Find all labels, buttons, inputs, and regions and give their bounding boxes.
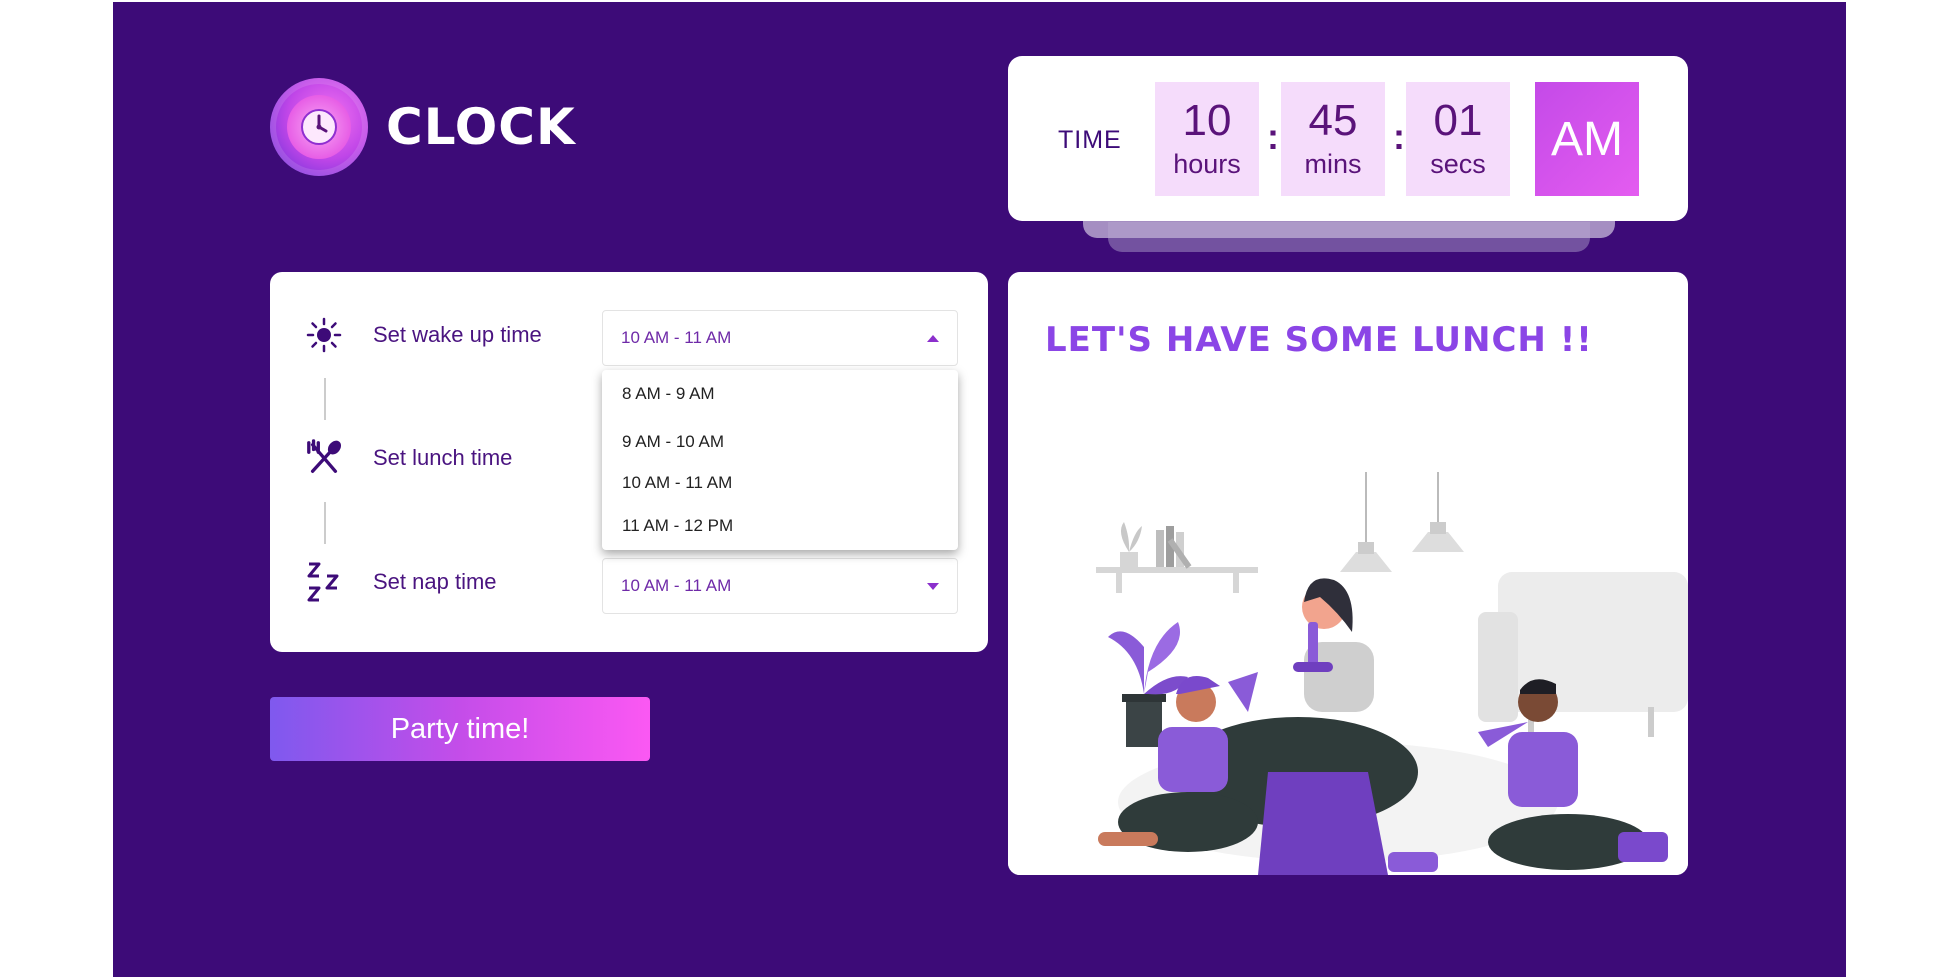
period-badge: AM [1535,82,1639,196]
sun-icon [305,316,343,354]
time-label: TIME [1058,126,1122,154]
app-title: CLOCK [386,98,576,156]
nap-time-select[interactable]: 10 AM - 11 AM [602,558,958,614]
hours-value: 10 [1182,96,1232,145]
seconds-unit: secs [1430,149,1486,179]
sleep-zzz-icon [305,562,343,602]
app-background: CLOCK TIME 10 hours : 45 mins : 01 secs … [113,2,1846,977]
dropdown-option[interactable]: 8 AM - 9 AM [622,384,715,404]
minutes-unit: mins [1304,149,1362,179]
lunch-message-title: LET'S HAVE SOME LUNCH !! [1045,320,1593,360]
lunch-illustration [1008,472,1688,875]
fork-spoon-icon [305,439,343,477]
hours-box: 10 hours [1155,82,1259,196]
logo: CLOCK [270,78,576,176]
party-time-button[interactable]: Party time! [270,697,650,761]
clock-logo-icon [270,78,368,176]
wake-row: Set wake up time [305,316,542,354]
dropdown-option[interactable]: 9 AM - 10 AM [622,432,724,452]
wake-time-select[interactable]: 10 AM - 11 AM [602,310,958,366]
time-card: TIME 10 hours : 45 mins : 01 secs AM [1008,56,1688,221]
minutes-value: 45 [1308,96,1358,145]
wake-time-dropdown: 8 AM - 9 AM 9 AM - 10 AM 10 AM - 11 AM 1… [602,370,958,550]
dropdown-option[interactable]: 10 AM - 11 AM [622,473,732,493]
lunch-label: Set lunch time [373,445,513,470]
wake-label: Set wake up time [373,322,542,347]
connector-line [324,502,326,544]
caret-down-icon [927,582,939,590]
time-separator: : [1393,116,1405,157]
connector-line [324,378,326,420]
dropdown-option[interactable]: 11 AM - 12 PM [622,516,733,536]
lunch-card: LET'S HAVE SOME LUNCH !! [1008,272,1688,875]
nap-label: Set nap time [373,569,497,594]
nap-time-value: 10 AM - 11 AM [621,576,732,595]
lunch-row: Set lunch time [305,439,512,477]
nap-row: Set nap time [305,562,497,602]
hours-unit: hours [1173,149,1241,179]
wake-time-value: 10 AM - 11 AM [621,328,732,347]
minutes-box: 45 mins [1281,82,1385,196]
time-separator: : [1267,116,1279,157]
caret-up-icon [927,334,939,342]
seconds-box: 01 secs [1406,82,1510,196]
seconds-value: 01 [1433,96,1483,145]
